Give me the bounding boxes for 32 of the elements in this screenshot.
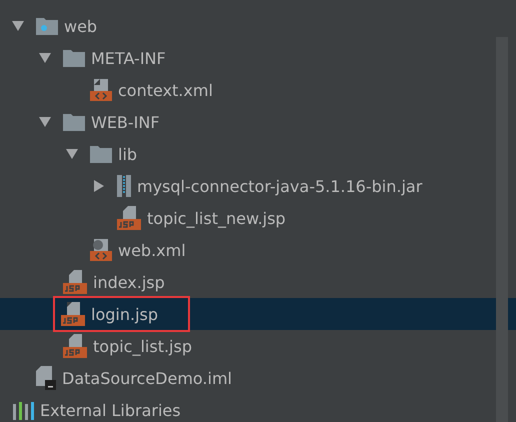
archive-icon xyxy=(117,175,131,197)
module-file-icon xyxy=(36,366,56,390)
folder-icon xyxy=(63,113,85,131)
jsp-file-icon xyxy=(63,334,87,358)
web-folder-icon xyxy=(36,17,58,35)
expanded-arrow-icon[interactable] xyxy=(39,116,51,128)
collapsed-arrow-icon[interactable] xyxy=(93,180,105,192)
file-tree-item[interactable]: WEB-INF xyxy=(91,112,160,132)
file-tree-item[interactable]: topic_list_new.jsp xyxy=(147,208,286,228)
file-tree-item[interactable]: topic_list.jsp xyxy=(93,336,192,356)
expanded-arrow-icon[interactable] xyxy=(66,148,78,160)
file-tree-item[interactable]: META-INF xyxy=(91,48,166,68)
library-icon xyxy=(12,400,34,420)
file-tree-item[interactable]: index.jsp xyxy=(93,272,165,292)
file-tree-item[interactable]: DataSourceDemo.iml xyxy=(62,368,232,388)
file-tree-item[interactable]: web xyxy=(64,16,98,36)
jsp-file-icon xyxy=(117,206,141,230)
expanded-arrow-icon[interactable] xyxy=(12,20,24,32)
jsp-file-icon xyxy=(63,270,87,294)
file-tree-item[interactable]: web.xml xyxy=(118,240,186,260)
web-xml-file-icon xyxy=(90,239,112,261)
jsp-file-icon xyxy=(61,302,85,326)
file-tree-item[interactable]: mysql-connector-java-5.1.16-bin.jar xyxy=(137,176,422,196)
file-tree-item[interactable]: lib xyxy=(118,144,138,164)
scrollbar[interactable] xyxy=(496,37,508,422)
folder-icon xyxy=(63,49,85,67)
xml-file-icon xyxy=(90,79,112,101)
file-tree-item[interactable]: login.jsp xyxy=(91,304,158,324)
file-tree-item[interactable]: External Libraries xyxy=(40,400,181,420)
folder-icon xyxy=(90,145,112,163)
file-tree-item[interactable]: context.xml xyxy=(118,80,213,100)
expanded-arrow-icon[interactable] xyxy=(39,52,51,64)
